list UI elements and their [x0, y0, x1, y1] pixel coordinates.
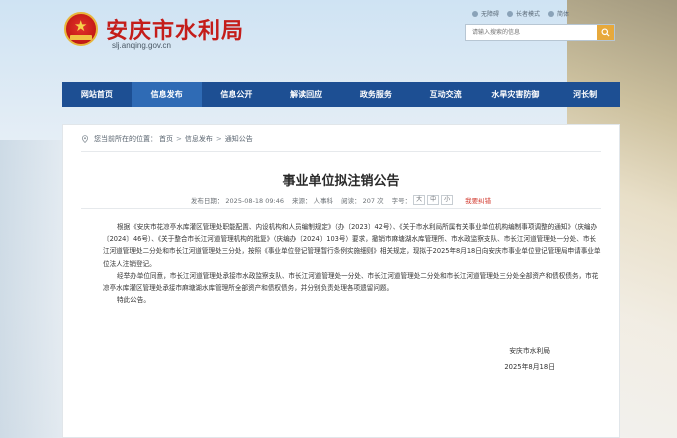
article-meta: 发布日期： 2025-08-18 09:46 来源： 人事科 阅读： 207 次…: [63, 195, 619, 205]
nav-item-info-release[interactable]: 信息发布: [131, 82, 202, 107]
nav-item-interpretation[interactable]: 解读回应: [271, 82, 341, 107]
background-mountain-left: [0, 140, 70, 438]
article-signature: 安庆市水利局 2025年8月18日: [504, 343, 555, 375]
font-size-large-button[interactable]: 大: [413, 195, 426, 205]
signature-org: 安庆市水利局: [509, 347, 551, 355]
site-url: slj.anqing.gov.cn: [112, 41, 171, 50]
font-size-small-button[interactable]: 小: [441, 195, 454, 205]
search-icon: [601, 28, 610, 37]
article-body: 根据《安庆市花凉亭水库灌区管理处职能配置、内设机构和人员编制规定》（办〔2023…: [103, 221, 601, 306]
article-paragraph: 特此公告。: [117, 296, 150, 305]
search-input[interactable]: [466, 25, 597, 40]
breadcrumb-home[interactable]: 首页: [159, 134, 173, 144]
article-paragraph: 根据《安庆市花凉亭水库灌区管理处职能配置、内设机构和人员编制规定》（办〔2023…: [103, 223, 601, 268]
breadcrumb-info-release[interactable]: 信息发布: [185, 134, 213, 144]
nav-item-river-chief[interactable]: 河长制: [550, 82, 620, 107]
top-link-elder-mode[interactable]: 长者模式: [507, 9, 540, 18]
top-links: 无障碍 长者模式 简体: [472, 9, 569, 18]
font-size-label: 字号：: [391, 197, 412, 205]
report-error-link[interactable]: 我要纠错: [465, 195, 491, 205]
breadcrumb: 您当前所在的位置： 首页 > 信息发布 > 通知公告: [81, 134, 253, 144]
article-source: 来源： 人事科: [291, 197, 334, 205]
main-nav: 网站首页 信息发布 信息公开 解读回应 政务服务 互动交流 水旱灾害防御 河长制: [62, 82, 620, 107]
breadcrumb-prefix: 您当前所在的位置：: [94, 135, 157, 143]
top-link-simplified[interactable]: 简体: [548, 9, 569, 18]
location-pin-icon: [82, 135, 88, 143]
accessibility-icon: [472, 10, 478, 17]
meta-divider: [81, 208, 601, 209]
view-count: 阅读： 207 次: [341, 197, 384, 205]
nav-item-flood-drought[interactable]: 水旱灾害防御: [481, 82, 551, 107]
signature-date: 2025年8月18日: [504, 363, 555, 371]
breadcrumb-separator: >: [176, 135, 182, 143]
nav-item-gov-services[interactable]: 政务服务: [341, 82, 411, 107]
site-header: 安庆市水利局 slj.anqing.gov.cn 无障碍 长者模式 简体: [0, 0, 677, 80]
nav-item-interaction[interactable]: 互动交流: [411, 82, 481, 107]
article-title: 事业单位拟注销公告: [282, 174, 400, 189]
nav-item-info-disclosure[interactable]: 信息公开: [202, 82, 272, 107]
breadcrumb-notices[interactable]: 通知公告: [225, 134, 253, 144]
nav-item-home[interactable]: 网站首页: [62, 82, 132, 107]
simplified-chinese-icon: [548, 10, 555, 17]
search-box: [465, 24, 615, 41]
article-card: 您当前所在的位置： 首页 > 信息发布 > 通知公告 事业单位拟注销公告 发布日…: [62, 124, 620, 438]
top-link-accessibility[interactable]: 无障碍: [472, 9, 499, 18]
breadcrumb-divider: [81, 151, 601, 152]
elder-mode-icon: [507, 10, 514, 17]
publish-time: 发布日期： 2025-08-18 09:46: [190, 197, 284, 205]
national-emblem-icon: [64, 12, 98, 46]
search-button[interactable]: [597, 25, 614, 40]
breadcrumb-separator: >: [215, 135, 222, 143]
font-size-medium-button[interactable]: 中: [427, 195, 440, 205]
font-size-controls: 字号： 大 中 小: [392, 195, 454, 205]
article-paragraph: 经举办单位同意，市长江河道管理处承接市水政监察支队、市长江河道管理处一分处、市长…: [103, 271, 599, 293]
